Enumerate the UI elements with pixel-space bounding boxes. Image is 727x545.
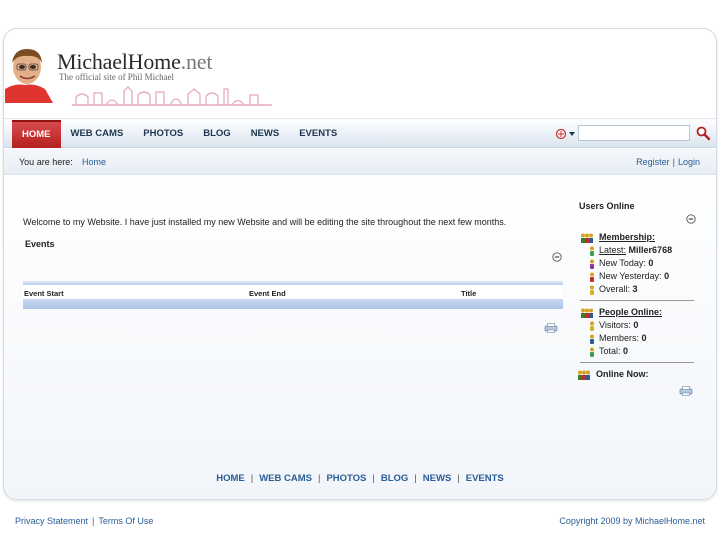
membership-label[interactable]: Membership: — [599, 232, 655, 242]
footer-nav-separator: | — [250, 473, 254, 484]
search-input[interactable] — [578, 125, 690, 141]
terms-of-use-link[interactable]: Terms Of Use — [98, 516, 153, 526]
site-header: MichaelHome.net The official site of Phi… — [4, 29, 716, 115]
user-yellow-icon — [590, 321, 594, 331]
latest-label[interactable]: Latest: — [599, 245, 626, 255]
latest-member-row: Latest: Miller6768 — [580, 244, 694, 257]
print-icon[interactable] — [679, 386, 693, 396]
breadcrumb-label: You are here: — [19, 157, 73, 167]
auth-separator: | — [672, 157, 675, 167]
user-green-icon — [590, 347, 594, 357]
language-selector-icon[interactable] — [555, 128, 577, 140]
footer-nav-separator: | — [414, 473, 417, 484]
collapse-icon[interactable] — [686, 214, 696, 224]
brand-tld: .net — [180, 49, 213, 74]
new-today-label: New Today: — [599, 258, 646, 268]
legal-separator: | — [92, 516, 95, 526]
membership-header: Membership: — [580, 231, 694, 244]
column-header-title[interactable]: Title — [461, 289, 476, 298]
total-row: Total: 0 — [580, 345, 694, 358]
visitors-row: Visitors: 0 — [580, 319, 694, 332]
latest-member-name[interactable]: Miller6768 — [629, 245, 673, 255]
user-red-icon — [590, 272, 594, 282]
group-icon — [581, 308, 593, 318]
user-purple-icon — [590, 259, 594, 269]
footer-nav-webcams[interactable]: WEB CAMS — [259, 473, 312, 484]
legal-links: Privacy Statement | Terms Of Use — [15, 516, 153, 526]
new-yesterday-row: New Yesterday: 0 — [580, 270, 694, 283]
footer-nav-news[interactable]: NEWS — [423, 473, 452, 484]
welcome-text: Welcome to my Website. I have just insta… — [23, 217, 507, 227]
members-label: Members: — [599, 333, 640, 343]
events-module-title: Events — [25, 239, 55, 249]
overall-label: Overall: — [599, 284, 631, 294]
user-yellow-icon — [590, 285, 594, 295]
nav-item-news[interactable]: NEWS — [241, 120, 290, 148]
footer-nav: HOME | WEB CAMS | PHOTOS | BLOG | NEWS | EVENTS — [4, 473, 716, 484]
people-online-label[interactable]: People Online: — [599, 307, 662, 317]
register-link[interactable]: Register — [636, 157, 670, 167]
overall-value: 3 — [632, 284, 638, 294]
members-value: 0 — [641, 333, 647, 343]
visitors-label: Visitors: — [599, 320, 631, 330]
group-icon — [578, 370, 590, 380]
footer-nav-events[interactable]: EVENTS — [466, 473, 504, 484]
brand-main: MichaelHome — [57, 49, 181, 74]
breadcrumb-bar: You are here: Home Register | Login — [4, 149, 716, 175]
nav-item-events[interactable]: EVENTS — [289, 120, 347, 148]
footer-nav-separator: | — [457, 473, 460, 484]
user-green-icon — [590, 246, 594, 256]
column-header-event-end[interactable]: Event End — [249, 289, 286, 298]
people-online-header: People Online: — [580, 306, 694, 319]
breadcrumb-home-link[interactable]: Home — [82, 157, 106, 167]
footer-nav-home[interactable]: HOME — [216, 473, 245, 484]
section-divider — [580, 362, 694, 363]
privacy-statement-link[interactable]: Privacy Statement — [15, 516, 88, 526]
online-now-header: Online Now: — [578, 368, 694, 381]
page-shell: MichaelHome.net The official site of Phi… — [3, 28, 717, 500]
login-link[interactable]: Login — [678, 157, 700, 167]
skyline-decoration — [72, 86, 272, 106]
total-value: 0 — [623, 346, 629, 356]
events-table-body — [23, 299, 563, 309]
new-today-row: New Today: 0 — [580, 257, 694, 270]
footer-nav-separator: | — [372, 473, 375, 484]
visitors-value: 0 — [633, 320, 639, 330]
events-table-header: Event Start Event End Title — [23, 285, 563, 299]
group-icon — [581, 233, 593, 243]
footer-nav-photos[interactable]: PHOTOS — [326, 473, 366, 484]
column-header-event-start[interactable]: Event Start — [24, 289, 64, 298]
nav-item-home[interactable]: HOME — [12, 120, 61, 148]
copyright-text: Copyright 2009 by MichaelHome.net — [559, 516, 705, 526]
nav-item-blog[interactable]: BLOG — [193, 120, 240, 148]
collapse-icon[interactable] — [552, 252, 562, 262]
users-online-title: Users Online — [579, 201, 635, 211]
auth-links: Register | Login — [636, 157, 700, 167]
online-now-label: Online Now: — [596, 369, 649, 379]
nav-item-photos[interactable]: PHOTOS — [133, 120, 193, 148]
new-yesterday-label: New Yesterday: — [599, 271, 662, 281]
events-table: Event Start Event End Title — [23, 281, 563, 309]
search-icon[interactable] — [695, 125, 711, 141]
members-row: Members: 0 — [580, 332, 694, 345]
main-nav-bar: HOME WEB CAMS PHOTOS BLOG NEWS EVENTS — [4, 118, 716, 148]
new-yesterday-value: 0 — [664, 271, 670, 281]
print-icon[interactable] — [544, 323, 558, 333]
footer-nav-separator: | — [317, 473, 321, 484]
users-online-panel: Membership: Latest: Miller6768 New Today… — [578, 231, 694, 381]
new-today-value: 0 — [648, 258, 654, 268]
main-nav: HOME WEB CAMS PHOTOS BLOG NEWS EVENTS — [12, 119, 347, 149]
nav-item-webcams[interactable]: WEB CAMS — [61, 120, 134, 148]
user-blue-icon — [590, 334, 594, 344]
section-divider — [580, 300, 694, 301]
footer-nav-blog[interactable]: BLOG — [381, 473, 408, 484]
overall-row: Overall: 3 — [580, 283, 694, 296]
total-label: Total: — [599, 346, 621, 356]
site-tagline: The official site of Phil Michael — [59, 72, 175, 82]
